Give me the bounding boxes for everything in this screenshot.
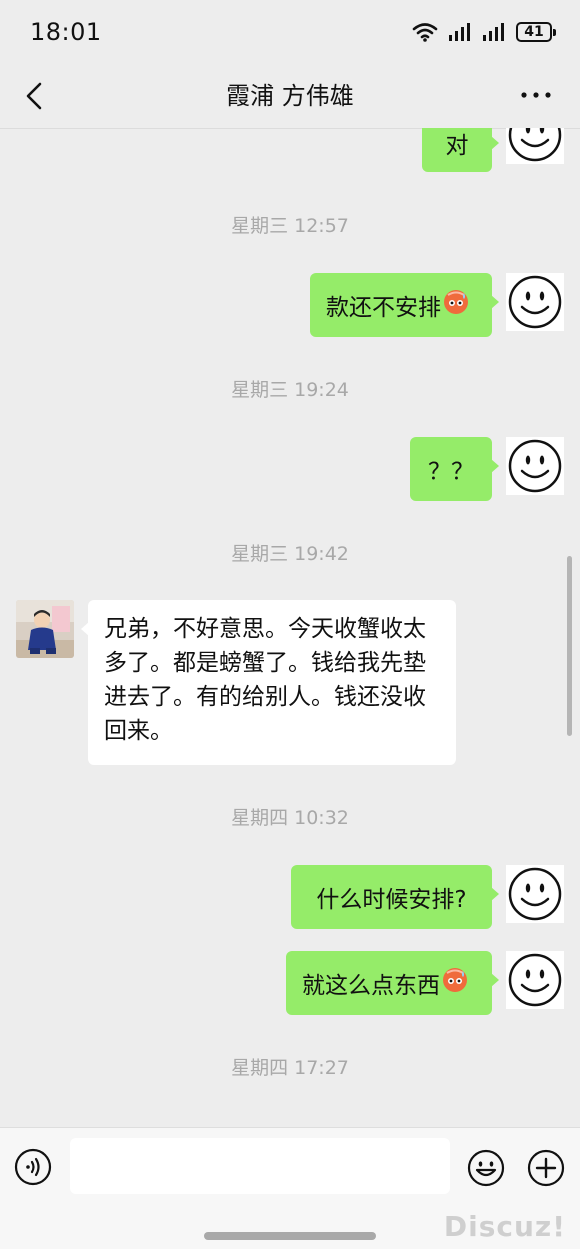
chat-header: 霞浦 方伟雄 xyxy=(0,66,580,129)
sent-message[interactable]: 就这么点东西 xyxy=(286,951,499,1015)
message-timestamp: 星期三 12:57 xyxy=(231,215,349,237)
smiley-face-icon xyxy=(508,439,562,493)
more-dots-icon xyxy=(521,92,551,98)
wifi-icon xyxy=(412,22,438,42)
input-bar: Discuz! xyxy=(0,1127,580,1249)
status-icons: 41 xyxy=(412,22,556,42)
message-timestamp: 星期三 19:24 xyxy=(231,379,349,401)
message-input[interactable] xyxy=(70,1138,450,1194)
battery-indicator: 41 xyxy=(516,22,556,42)
message-text: 什么时候安排? xyxy=(316,887,467,913)
voice-icon xyxy=(14,1148,52,1186)
message-line: 进去了。有的给别人。钱还没收 xyxy=(104,684,426,710)
scrollbar[interactable] xyxy=(567,556,572,736)
message-text: 对 xyxy=(445,133,469,159)
received-message[interactable]: 兄弟，不好意思。今天收蟹收太 多了。都是螃蟹了。钱给我先垫 进去了。有的给别人。… xyxy=(81,600,456,765)
chat-messages[interactable]: 对 星期三 12:57 款还不安排 星期三 19:24 ？？ 星期三 19:42 xyxy=(0,128,580,1126)
plus-icon xyxy=(527,1149,565,1187)
home-indicator[interactable] xyxy=(204,1232,376,1240)
message-timestamp: 星期三 19:42 xyxy=(231,543,349,565)
avatar[interactable] xyxy=(506,865,564,923)
more-options-button[interactable] xyxy=(516,80,556,110)
sent-message[interactable]: 什么时候安排? xyxy=(291,865,499,929)
sweat-emoji-icon xyxy=(442,967,468,999)
signal-icon-2 xyxy=(482,22,506,42)
avatar[interactable] xyxy=(506,951,564,1009)
sweat-emoji-icon xyxy=(443,289,469,321)
child-photo-avatar-icon xyxy=(16,600,74,658)
plus-button[interactable] xyxy=(526,1148,566,1188)
sent-message[interactable]: 款还不安排 xyxy=(310,273,499,337)
avatar[interactable] xyxy=(506,128,564,164)
smiley-face-icon xyxy=(508,867,562,921)
smiley-face-icon xyxy=(508,275,562,329)
sent-message[interactable]: ？？ xyxy=(410,437,499,501)
sent-message[interactable]: 对 xyxy=(422,128,499,172)
signal-icon-1 xyxy=(448,22,472,42)
message-text: 就这么点东西 xyxy=(302,973,440,999)
avatar[interactable] xyxy=(506,437,564,495)
emoji-face-icon xyxy=(467,1149,505,1187)
avatar[interactable] xyxy=(506,273,564,331)
chat-title: 霞浦 方伟雄 xyxy=(226,82,354,110)
message-line: 兄弟，不好意思。今天收蟹收太 xyxy=(104,616,426,642)
message-timestamp: 星期四 17:27 xyxy=(231,1057,349,1079)
emoji-button[interactable] xyxy=(466,1148,506,1188)
message-timestamp: 星期四 10:32 xyxy=(231,807,349,829)
voice-button[interactable] xyxy=(14,1148,52,1186)
message-text: ？？ xyxy=(428,459,474,485)
message-line: 回来。 xyxy=(104,718,173,744)
smiley-face-icon xyxy=(508,953,562,1007)
message-text: 款还不安排 xyxy=(326,295,441,321)
status-bar: 18:01 41 xyxy=(0,0,580,66)
contact-avatar[interactable] xyxy=(16,600,74,658)
status-time: 18:01 xyxy=(30,18,102,46)
message-line: 多了。都是螃蟹了。钱给我先垫 xyxy=(104,650,426,676)
smiley-face-icon xyxy=(508,128,562,162)
watermark: Discuz! xyxy=(443,1210,566,1243)
